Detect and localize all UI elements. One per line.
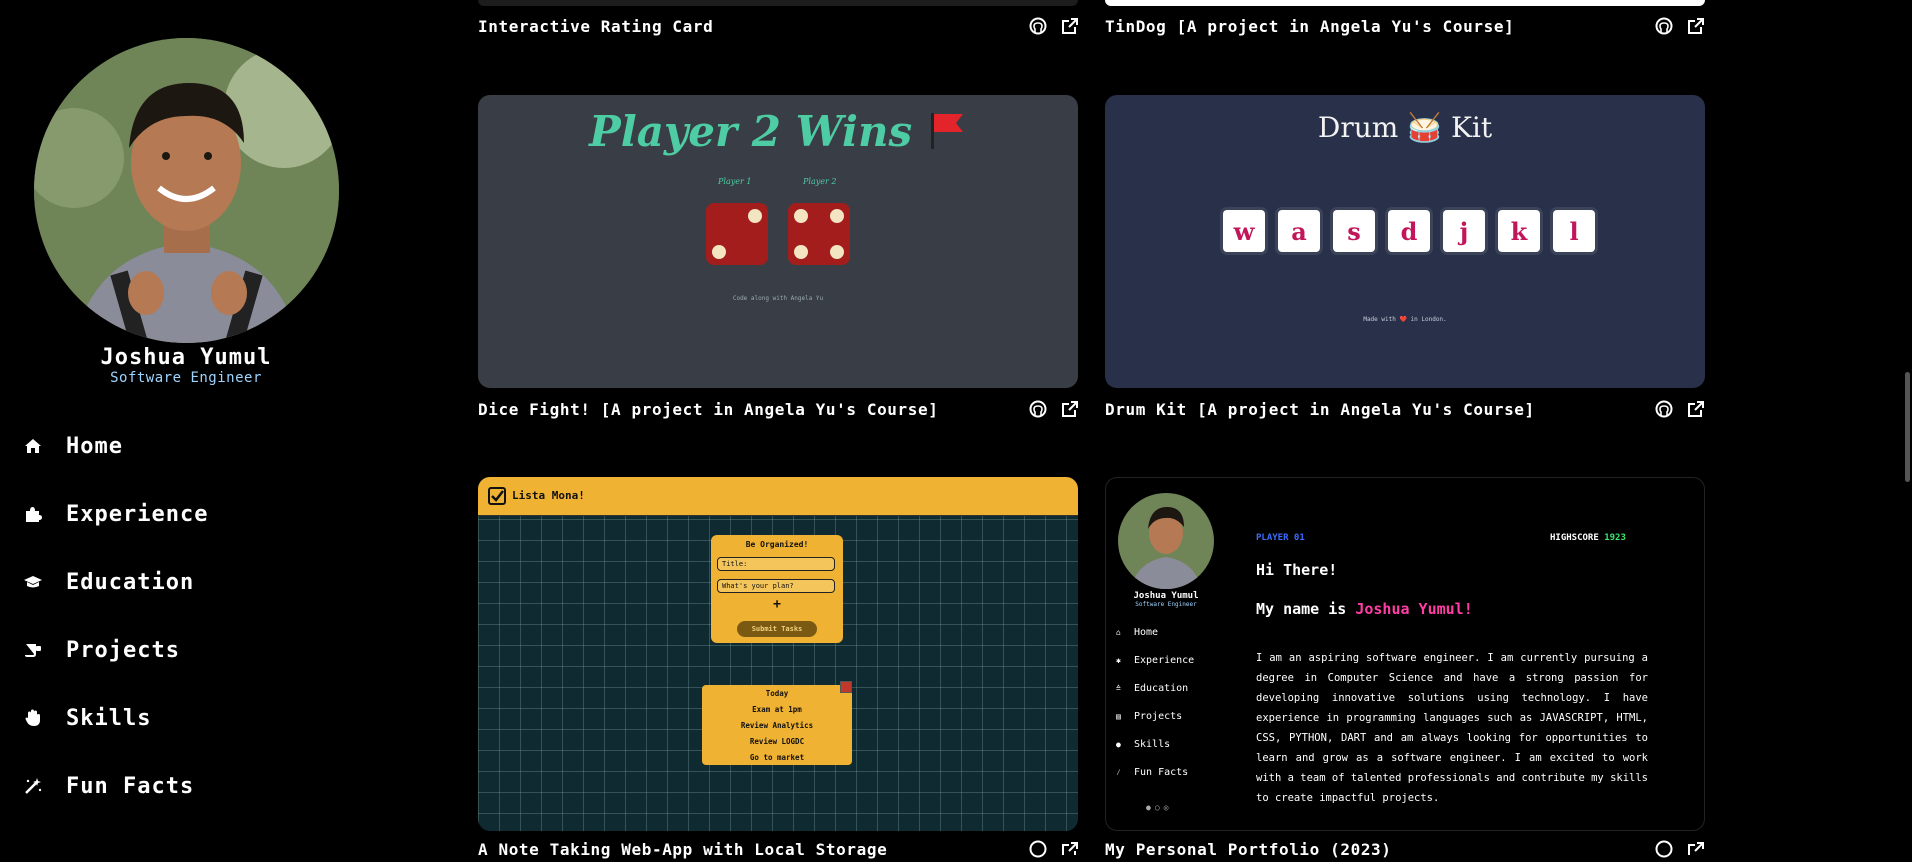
list-heading: Today bbox=[765, 689, 789, 698]
external-link-icon[interactable] bbox=[1061, 17, 1081, 37]
puzzle-icon bbox=[18, 502, 48, 526]
nav-label: Projects bbox=[66, 637, 180, 663]
github-icon[interactable] bbox=[1655, 17, 1675, 37]
profile-name: Joshua Yumul bbox=[100, 345, 272, 370]
submit-tasks-button: Submit Tasks bbox=[737, 621, 817, 637]
drum-footer: Made with ❤️ in London. bbox=[1363, 316, 1447, 323]
nav-label: Fun Facts bbox=[66, 773, 195, 799]
project-card-preview-drum[interactable]: Drum 🥁 Kit w a s d j k l Made with ❤️ in… bbox=[1105, 95, 1705, 388]
nav-item-skills[interactable]: Skills bbox=[18, 698, 151, 738]
drum-heading: Drum 🥁 Kit bbox=[1317, 111, 1493, 144]
nav-label: Home bbox=[66, 433, 123, 459]
highscore-label: HIGHSCORE bbox=[1550, 533, 1599, 543]
project-card-preview-portfolio[interactable]: Joshua Yumul Software Engineer ⌂ Home ✱ Ex… bbox=[1105, 477, 1705, 831]
dice-heading: Player 2 Wins bbox=[589, 107, 913, 156]
nav-label: Education bbox=[66, 569, 195, 595]
player2-label: Player 2 bbox=[803, 177, 837, 186]
mini-nav-item: ✱ Experience bbox=[1116, 655, 1195, 666]
github-icon[interactable] bbox=[1655, 840, 1675, 860]
form-heading: Be Organized! bbox=[745, 540, 809, 549]
github-icon[interactable] bbox=[1029, 400, 1049, 420]
project-title: A Note Taking Web-App with Local Storage bbox=[478, 840, 888, 859]
mini-profile-photo bbox=[1118, 493, 1214, 589]
checkbox-icon bbox=[488, 487, 506, 509]
name-highlight: Joshua Yumul! bbox=[1355, 600, 1473, 618]
nav-item-experience[interactable]: Experience bbox=[18, 494, 208, 534]
project-title: Interactive Rating Card bbox=[478, 17, 714, 36]
drum-key: k bbox=[1498, 210, 1540, 252]
project-title: Dice Fight! [A project in Angela Yu's Co… bbox=[478, 400, 939, 419]
mini-social-icons: ●○◎ bbox=[1146, 803, 1173, 812]
nav-item-fun-facts[interactable]: Fun Facts bbox=[18, 766, 194, 806]
nav-item-projects[interactable]: Projects bbox=[18, 630, 180, 670]
greeting: Hi There! bbox=[1256, 561, 1338, 579]
github-icon[interactable] bbox=[1655, 400, 1675, 420]
dice-footer: Code along with Angela Yu bbox=[732, 295, 824, 302]
bio-text: I am an aspiring software engineer. I am… bbox=[1256, 652, 1648, 804]
external-link-icon[interactable] bbox=[1687, 400, 1707, 420]
drum-key: d bbox=[1388, 210, 1430, 252]
project-card-preview-notes[interactable]: Lista Mona! Be Organized! Title: What's … bbox=[478, 477, 1078, 831]
project-title: My Personal Portfolio (2023) bbox=[1105, 840, 1392, 859]
drum-key: a bbox=[1278, 210, 1320, 252]
project-title: TinDog [A project in Angela Yu's Course] bbox=[1105, 17, 1515, 36]
project-title: Drum Kit [A project in Angela Yu's Cours… bbox=[1105, 400, 1535, 419]
plan-field: What's your plan? bbox=[717, 579, 835, 593]
drum-key: j bbox=[1443, 210, 1485, 252]
title-field: Title: bbox=[717, 557, 835, 571]
name-intro: My name is bbox=[1256, 600, 1347, 618]
list-item: Go to market bbox=[749, 753, 805, 762]
github-icon[interactable] bbox=[1029, 840, 1049, 860]
player1-label: Player 1 bbox=[718, 177, 752, 186]
mini-profile-role: Software Engineer bbox=[1135, 601, 1197, 608]
external-link-icon[interactable] bbox=[1687, 17, 1707, 37]
github-icon[interactable] bbox=[1029, 17, 1049, 37]
mini-nav-item: ⁄ Fun Facts bbox=[1116, 767, 1189, 778]
notes-app-name: Lista Mona! bbox=[512, 489, 585, 502]
graduation-cap-icon bbox=[18, 570, 48, 594]
list-item: Review LOGDC bbox=[749, 737, 805, 746]
player2-die bbox=[788, 203, 850, 265]
profile-photo bbox=[34, 38, 339, 343]
name-line: My name is Joshua Yumul! bbox=[1256, 600, 1473, 618]
highscore: HIGHSCORE 1923 bbox=[1550, 533, 1626, 543]
mini-profile-name: Joshua Yumul bbox=[1133, 591, 1199, 601]
mini-nav-item: ● Skills bbox=[1116, 739, 1171, 750]
drum-key: l bbox=[1553, 210, 1595, 252]
flag-icon bbox=[927, 107, 967, 156]
player1-die bbox=[706, 203, 768, 265]
nav-item-education[interactable]: Education bbox=[18, 562, 194, 602]
scroll-icon bbox=[18, 638, 48, 662]
external-link-icon[interactable] bbox=[1061, 840, 1081, 860]
scrollbar-thumb[interactable] bbox=[1905, 372, 1910, 482]
notes-header: Lista Mona! bbox=[478, 477, 1078, 516]
notes-list: Today Exam at 1pm Review Analytics Revie… bbox=[702, 681, 852, 765]
project-card-preview-dice[interactable]: Player 2 Wins Player 1 Player 2 Code alo… bbox=[478, 95, 1078, 388]
home-icon bbox=[18, 434, 48, 458]
project-card-preview-partial[interactable] bbox=[478, 0, 1078, 6]
list-item: Exam at 1pm bbox=[752, 705, 802, 714]
notes-form: Be Organized! Title: What's your plan? +… bbox=[711, 535, 843, 643]
add-symbol: + bbox=[773, 597, 781, 612]
drum-key: w bbox=[1223, 210, 1265, 252]
mini-nav-item: ≙ Education bbox=[1116, 683, 1189, 694]
nav-label: Skills bbox=[66, 705, 152, 731]
external-link-icon[interactable] bbox=[1061, 400, 1081, 420]
nav-item-home[interactable]: Home bbox=[18, 426, 123, 466]
hand-icon bbox=[18, 706, 48, 730]
profile-role: Software Engineer bbox=[110, 370, 262, 386]
player-label: PLAYER 01 bbox=[1256, 533, 1305, 543]
highscore-value: 1923 bbox=[1604, 533, 1626, 543]
list-item: Review Analytics bbox=[740, 721, 814, 730]
drum-key: s bbox=[1333, 210, 1375, 252]
nav-label: Experience bbox=[66, 501, 209, 527]
magic-wand-icon bbox=[18, 774, 48, 798]
mini-nav-item: ⌂ Home bbox=[1116, 627, 1159, 638]
external-link-icon[interactable] bbox=[1687, 840, 1707, 860]
project-card-preview-partial[interactable] bbox=[1105, 0, 1705, 6]
mini-nav-item: ▤ Projects bbox=[1116, 711, 1183, 722]
